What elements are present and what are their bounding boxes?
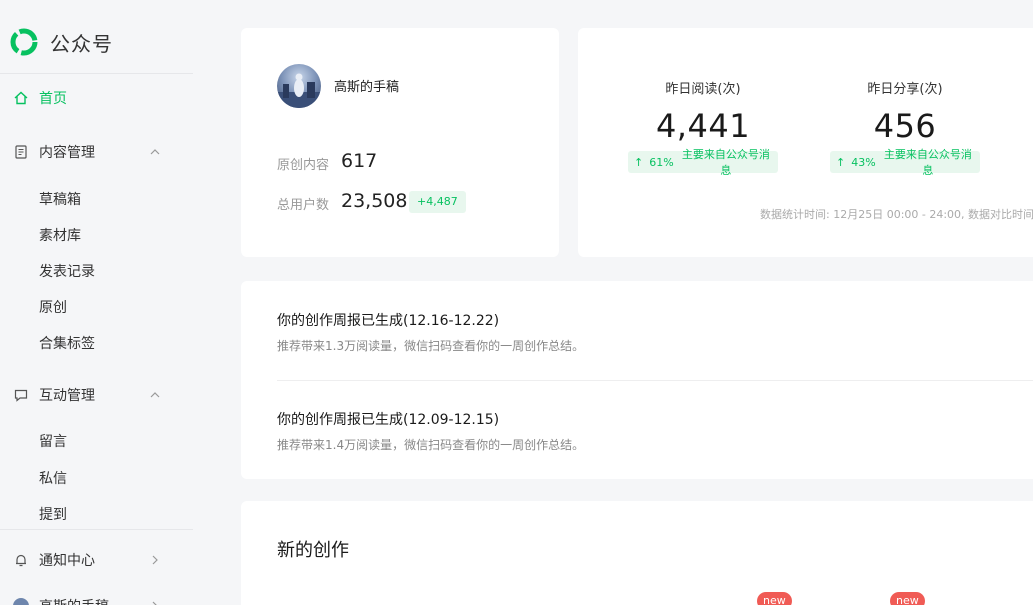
- sidebar-item-publish-history[interactable]: 发表记录: [39, 261, 95, 283]
- kpi-reads-trend: ↑ 61% 主要来自公众号消息: [628, 148, 778, 177]
- kpi-shares: 昨日分享(次) 456 ↑ 43% 主要来自公众号消息: [830, 78, 980, 177]
- account-avatar: [13, 598, 29, 605]
- reports-card: 你的创作周报已生成(12.16-12.22) 推荐带来1.3万阅读量，微信扫码查…: [241, 281, 1033, 479]
- kpi-shares-value: 456: [873, 107, 937, 145]
- original-content-value: 617: [341, 150, 378, 172]
- sidebar-item-messages[interactable]: 私信: [39, 468, 67, 490]
- kpi-shares-pct: 43%: [851, 155, 876, 169]
- avatar[interactable]: [277, 64, 321, 108]
- comment-icon: [14, 389, 28, 402]
- new-badge: new: [757, 592, 792, 605]
- sidebar-item-materials[interactable]: 素材库: [39, 225, 81, 247]
- stats-card: 昨日阅读(次) 4,441 ↑ 61% 主要来自公众号消息 昨日分享(次) 45…: [578, 28, 1033, 257]
- arrow-up-icon: ↑: [634, 155, 644, 169]
- original-content-label: 原创内容: [277, 158, 330, 173]
- divider: [277, 380, 1033, 381]
- nav-interaction-label: 互动管理: [39, 388, 95, 404]
- brand-title: 公众号: [50, 31, 113, 56]
- account-name: 高斯的手稿: [334, 80, 400, 95]
- sidebar-item-comments[interactable]: 留言: [39, 431, 67, 453]
- document-icon: [15, 145, 27, 159]
- nav-notifications-label: 通知中心: [39, 553, 95, 569]
- report-desc: 推荐带来1.3万阅读量，微信扫码查看你的一周创作总结。: [277, 339, 585, 353]
- report-title: 你的创作周报已生成(12.09-12.15): [277, 412, 500, 428]
- nav-account[interactable]: 高斯的手稿: [0, 592, 193, 605]
- report-title: 你的创作周报已生成(12.16-12.22): [277, 313, 500, 329]
- nav-content-management[interactable]: 内容管理: [0, 138, 193, 166]
- sidebar-item-collections[interactable]: 合集标签: [39, 333, 95, 355]
- chevron-up-icon[interactable]: [148, 145, 162, 159]
- nav-content-label: 内容管理: [39, 145, 95, 161]
- chevron-right-icon: [152, 601, 157, 605]
- chevron-up-icon[interactable]: [148, 388, 162, 402]
- wechat-logo-icon: [10, 28, 38, 56]
- total-users-value: 23,508: [341, 190, 408, 212]
- home-icon: [14, 91, 28, 105]
- sidebar-item-original[interactable]: 原创: [39, 297, 67, 319]
- nav-home-label: 首页: [39, 91, 67, 107]
- bell-icon: [16, 554, 26, 567]
- kpi-reads-value: 4,441: [655, 107, 751, 145]
- users-delta-badge: +4,487: [409, 191, 466, 213]
- nav-interaction-management[interactable]: 互动管理: [0, 381, 193, 409]
- kpi-shares-trend: ↑ 43% 主要来自公众号消息: [830, 148, 980, 177]
- arrow-up-icon: ↑: [836, 155, 846, 169]
- new-creation-card: 新的创作 new new: [241, 501, 1033, 605]
- total-users-label: 总用户数: [277, 198, 330, 213]
- report-desc: 推荐带来1.4万阅读量，微信扫码查看你的一周创作总结。: [277, 438, 585, 452]
- avatar-image: [277, 73, 321, 108]
- new-creation-title: 新的创作: [277, 540, 349, 561]
- nav-account-label: 高斯的手稿: [39, 596, 109, 605]
- profile-card: 高斯的手稿 原创内容 617 总用户数 23,508 +4,487: [241, 28, 559, 257]
- kpi-reads-source: 主要来自公众号消息: [681, 148, 770, 177]
- kpi-reads-label: 昨日阅读(次): [665, 82, 741, 97]
- nav-home[interactable]: 首页: [0, 84, 193, 112]
- new-badge: new: [890, 592, 925, 605]
- kpi-reads-pct: 61%: [649, 155, 674, 169]
- report-item[interactable]: 你的创作周报已生成(12.16-12.22) 推荐带来1.3万阅读量，微信扫码查…: [277, 310, 584, 354]
- kpi-shares-source: 主要来自公众号消息: [883, 148, 972, 177]
- chevron-right-icon: [152, 555, 158, 565]
- kpi-shares-label: 昨日分享(次): [867, 82, 943, 97]
- brand[interactable]: 公众号: [8, 24, 113, 60]
- sidebar-item-mentions[interactable]: 提到: [39, 504, 67, 526]
- nav-notifications[interactable]: 通知中心: [0, 546, 193, 574]
- stats-footnote: 数据统计时间: 12月25日 00:00 - 24:00, 数据对比时间: 前: [760, 208, 1033, 221]
- sidebar-item-drafts[interactable]: 草稿箱: [39, 189, 81, 211]
- report-item[interactable]: 你的创作周报已生成(12.09-12.15) 推荐带来1.4万阅读量，微信扫码查…: [277, 409, 584, 453]
- divider: [0, 73, 193, 74]
- divider: [0, 529, 193, 530]
- sidebar: 公众号 首页 内容管理 草稿箱 素材库 发表记录 原创 合集标签 互动管理 留言…: [0, 0, 193, 605]
- kpi-reads: 昨日阅读(次) 4,441 ↑ 61% 主要来自公众号消息: [628, 78, 778, 177]
